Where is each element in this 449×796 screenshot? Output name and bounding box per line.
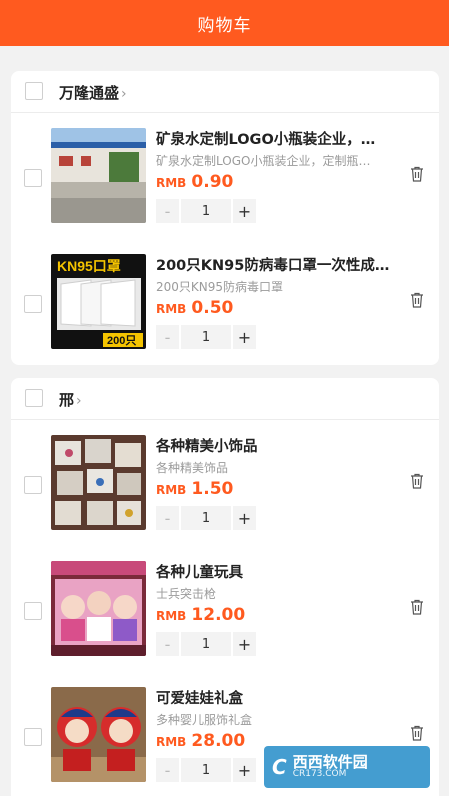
page-title: 购物车	[197, 15, 252, 36]
quantity-stepper: - 1 +	[156, 506, 256, 530]
decrease-button[interactable]: -	[156, 325, 179, 349]
product-spec: 各种精美饰品	[156, 461, 229, 475]
quantity-value[interactable]: 1	[181, 506, 231, 530]
product-name[interactable]: 各种儿童玩具	[156, 561, 401, 582]
shop-header[interactable]: 邢 ›	[11, 378, 439, 420]
product-name[interactable]: 200只KN95防病毒口罩一次性成…	[156, 254, 401, 275]
cart-item: 矿泉水定制LOGO小瓶装企业，… 矿泉水定制LOGO小瓶装企业，定制瓶… RMB…	[11, 114, 439, 240]
shop-header[interactable]: 万隆通盛 ›	[11, 71, 439, 113]
item-checkbox[interactable]	[24, 728, 42, 746]
decrease-button[interactable]: -	[156, 632, 179, 656]
item-checkbox[interactable]	[24, 602, 42, 620]
product-image[interactable]: KN95口罩 200只	[51, 254, 146, 349]
top-bar: 购物车	[0, 0, 449, 46]
quantity-stepper: - 1 +	[156, 758, 256, 782]
product-image[interactable]	[51, 687, 146, 782]
product-spec: 多种婴儿服饰礼盒	[156, 713, 253, 727]
product-name[interactable]: 可爱娃娃礼盒	[156, 687, 401, 708]
item-checkbox[interactable]	[24, 476, 42, 494]
quantity-value[interactable]: 1	[181, 758, 231, 782]
shop-checkbox[interactable]	[25, 82, 43, 100]
product-name[interactable]: 各种精美小饰品	[156, 435, 401, 456]
trash-icon[interactable]	[410, 599, 424, 615]
quantity-stepper: - 1 +	[156, 325, 256, 349]
product-price: RMB 28.00	[156, 731, 246, 751]
cart-item: 各种精美小饰品 各种精美饰品 RMB 1.50 - 1 +	[11, 421, 439, 547]
image-badge: 200只	[107, 334, 136, 347]
item-checkbox[interactable]	[24, 169, 42, 187]
increase-button[interactable]: +	[233, 199, 256, 223]
quantity-stepper: - 1 +	[156, 632, 256, 656]
quantity-value[interactable]: 1	[181, 632, 231, 656]
increase-button[interactable]: +	[233, 632, 256, 656]
shop-checkbox[interactable]	[25, 389, 43, 407]
decrease-button[interactable]: -	[156, 758, 179, 782]
quantity-value[interactable]: 1	[181, 199, 231, 223]
product-price: RMB 0.90	[156, 172, 234, 192]
product-name[interactable]: 矿泉水定制LOGO小瓶装企业，…	[156, 128, 401, 149]
watermark-text: 西西软件园	[292, 752, 368, 771]
item-checkbox[interactable]	[24, 295, 42, 313]
product-price: RMB 12.00	[156, 605, 246, 625]
shop-card: 邢 › 各种精美小饰品 各种精美饰品 RMB 1.50 - 1 + 各种儿童玩具…	[11, 378, 439, 796]
shop-name[interactable]: 邢 ›	[59, 389, 82, 410]
chevron-right-icon: ›	[76, 393, 82, 409]
increase-button[interactable]: +	[233, 506, 256, 530]
product-spec: 士兵突击枪	[156, 587, 217, 601]
product-spec: 200只KN95防病毒口罩	[156, 280, 284, 294]
watermark-url: CR173.COM	[292, 769, 347, 780]
watermark-logo: C 西西软件园 CR173.COM	[264, 746, 430, 788]
shop-card: 万隆通盛 › 矿泉水定制LOGO小瓶装企业，… 矿泉水定制LOGO小瓶装企业，定制…	[11, 71, 439, 365]
image-label: KN95口罩	[57, 258, 121, 274]
increase-button[interactable]: +	[233, 325, 256, 349]
quantity-stepper: - 1 +	[156, 199, 256, 223]
trash-icon[interactable]	[410, 725, 424, 741]
increase-button[interactable]: +	[233, 758, 256, 782]
chevron-right-icon: ›	[121, 86, 127, 102]
trash-icon[interactable]	[410, 292, 424, 308]
trash-icon[interactable]	[410, 166, 424, 182]
decrease-button[interactable]: -	[156, 199, 179, 223]
product-price: RMB 1.50	[156, 479, 234, 499]
cart-item: KN95口罩 200只 200只KN95防病毒口罩一次性成… 200只KN95防…	[11, 240, 439, 365]
product-image[interactable]	[51, 128, 146, 223]
product-image[interactable]	[51, 435, 146, 530]
product-image[interactable]	[51, 561, 146, 656]
cart-item: 各种儿童玩具 士兵突击枪 RMB 12.00 - 1 +	[11, 547, 439, 673]
product-spec: 矿泉水定制LOGO小瓶装企业，定制瓶…	[156, 154, 371, 168]
decrease-button[interactable]: -	[156, 506, 179, 530]
watermark-icon: C	[272, 755, 287, 779]
shop-name[interactable]: 万隆通盛 ›	[59, 82, 127, 103]
quantity-value[interactable]: 1	[181, 325, 231, 349]
product-price: RMB 0.50	[156, 298, 234, 318]
trash-icon[interactable]	[410, 473, 424, 489]
